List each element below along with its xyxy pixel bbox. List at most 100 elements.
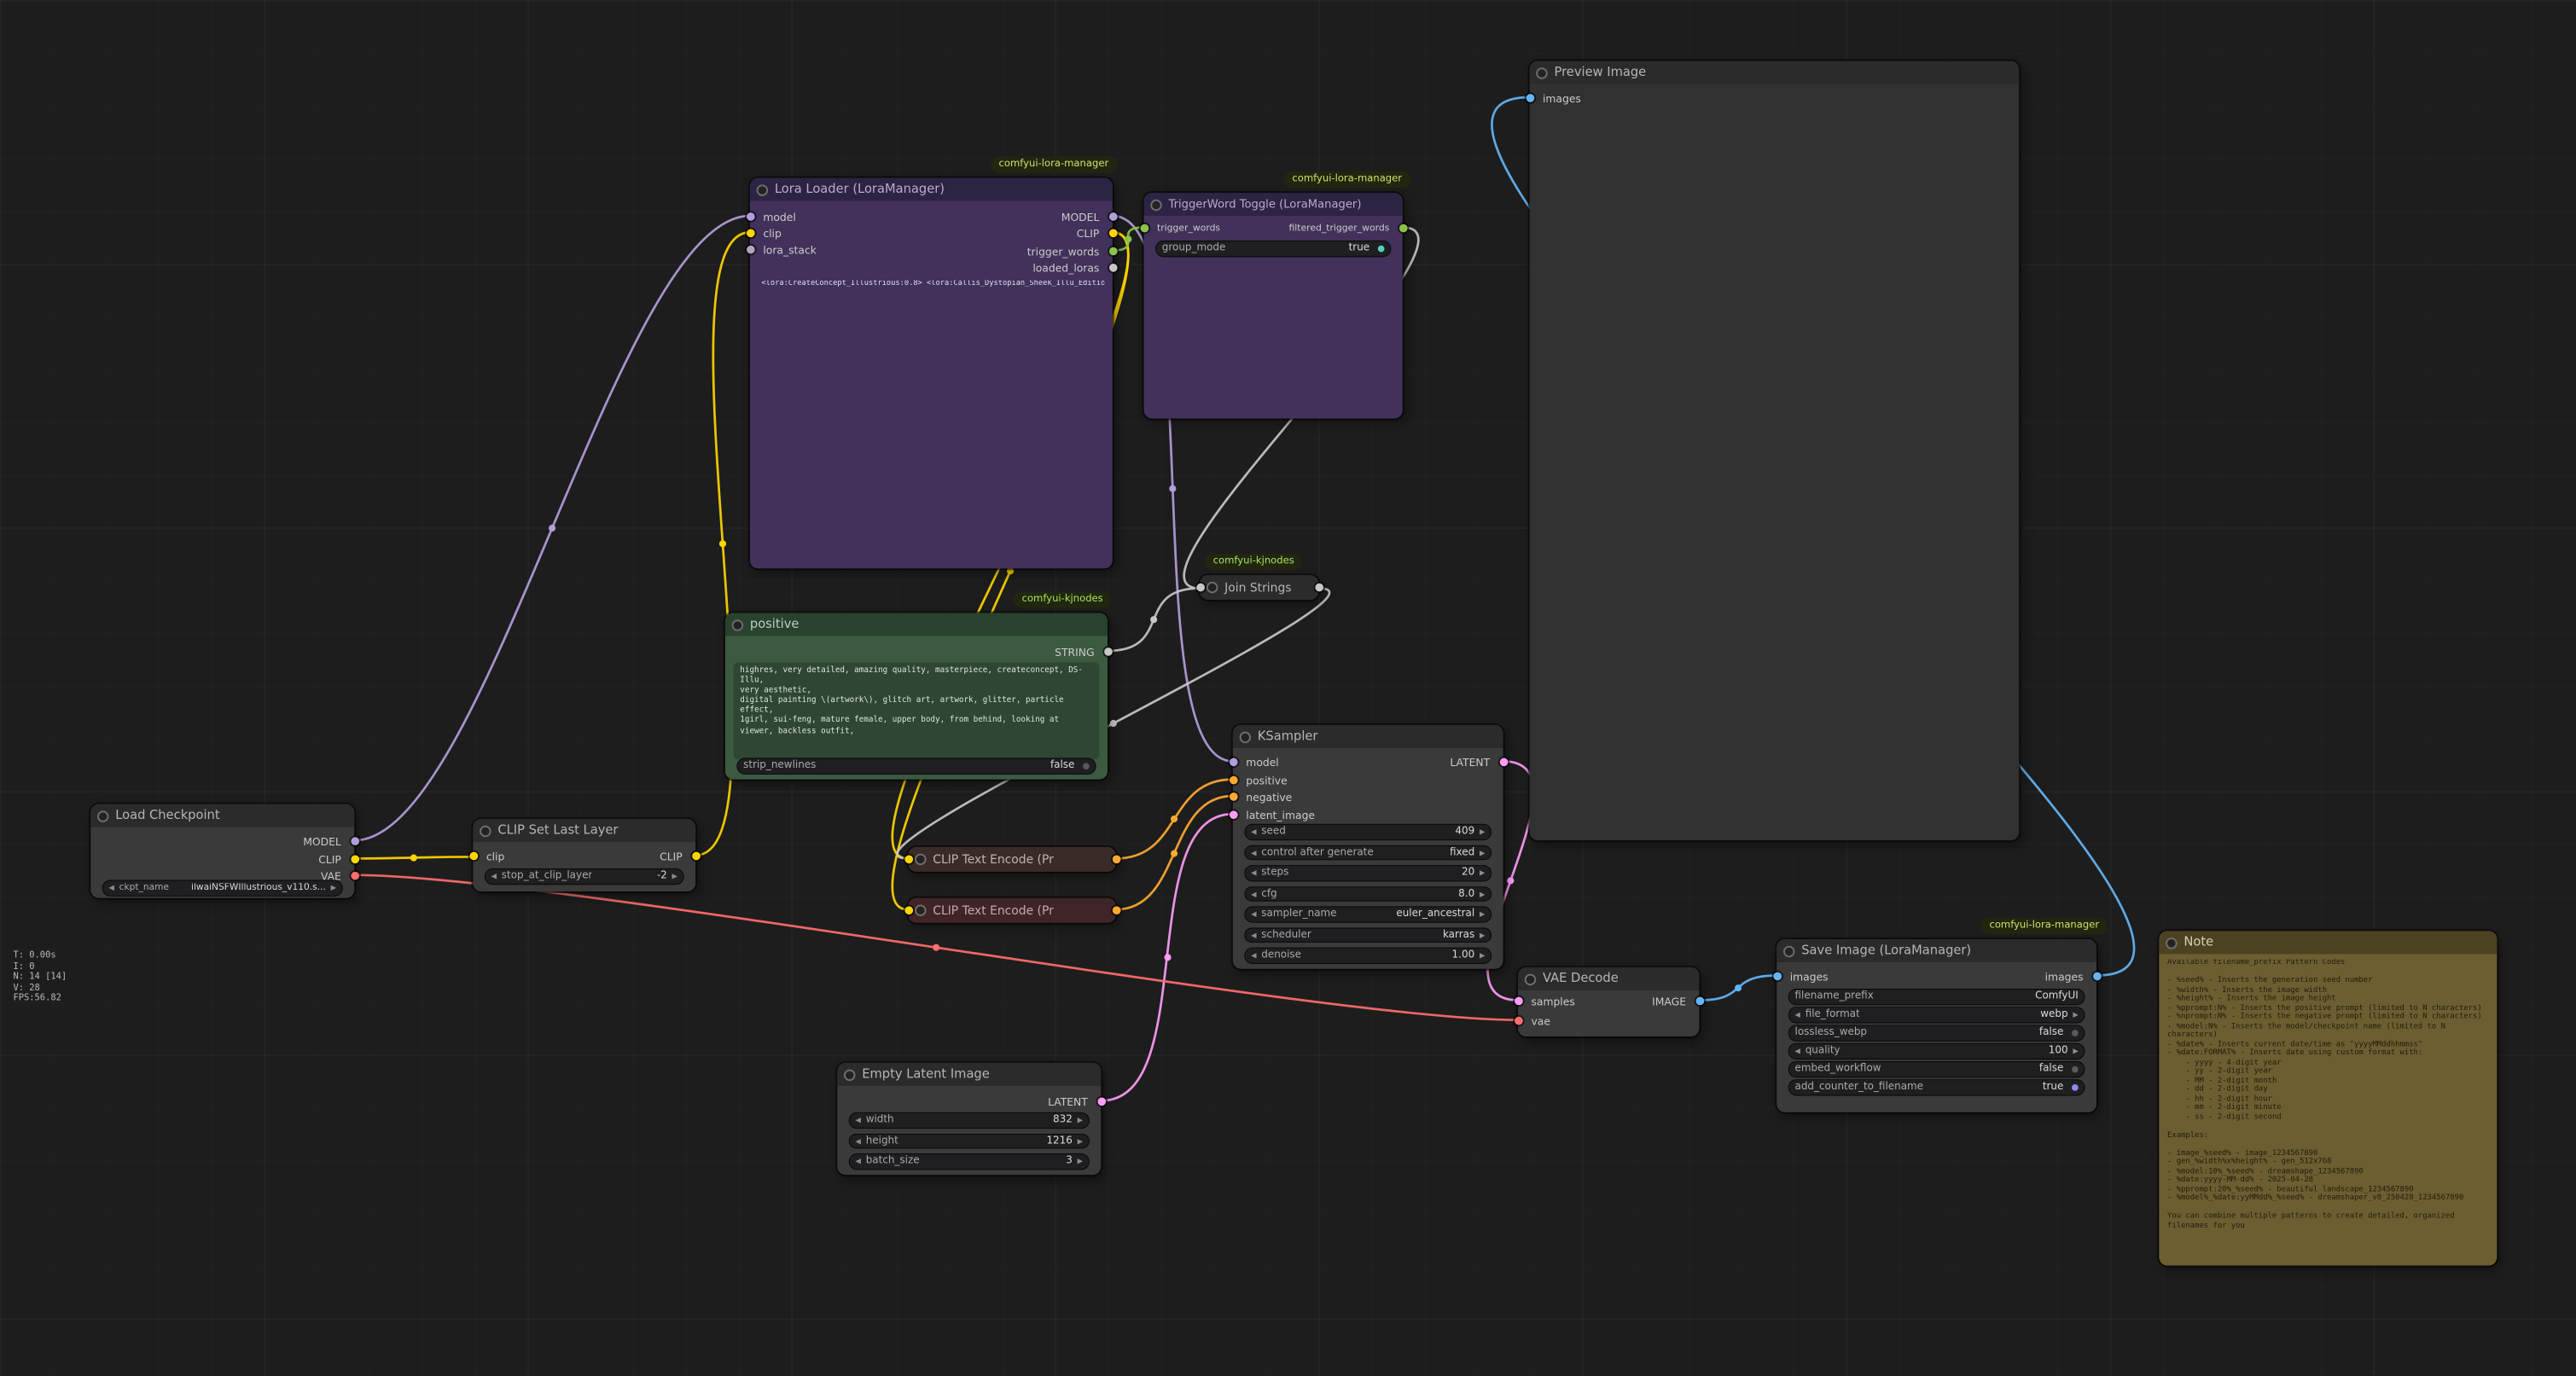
string-output-port-dot[interactable] bbox=[1314, 583, 1323, 592]
output-model[interactable]: MODEL bbox=[750, 209, 1113, 224]
node-clip-text-encode-negative[interactable]: CLIP Text Encode (Pr bbox=[908, 898, 1115, 923]
strip-newlines-widget[interactable]: strip_newlinesfalse bbox=[736, 758, 1096, 774]
clip-input-port-dot[interactable] bbox=[904, 856, 912, 864]
toggle-off-icon[interactable] bbox=[2072, 1065, 2079, 1072]
control-after-generate-widget[interactable]: control after generatefixed bbox=[1244, 845, 1492, 860]
increment-arrow-icon[interactable] bbox=[331, 883, 336, 893]
sampler-name-widget[interactable]: sampler_nameeuler_ancestral bbox=[1244, 906, 1492, 921]
node-titlebar[interactable]: Join Strings bbox=[1200, 575, 1318, 600]
output-clip[interactable]: CLIP bbox=[750, 226, 1113, 241]
clip-port-dot[interactable] bbox=[691, 852, 700, 861]
collapse-icon[interactable] bbox=[1526, 975, 1534, 984]
node-titlebar[interactable]: TriggerWord Toggle (LoraManager) bbox=[1144, 193, 1403, 216]
height-widget[interactable]: height1216 bbox=[849, 1133, 1090, 1148]
toggle-on-icon[interactable] bbox=[2072, 1084, 2079, 1091]
vae-port-dot[interactable] bbox=[350, 872, 358, 880]
toggle-on-icon[interactable] bbox=[1378, 245, 1385, 252]
output-loaded-loras[interactable]: loaded_loras bbox=[750, 260, 1113, 275]
node-join-strings[interactable]: Join Strings bbox=[1200, 575, 1318, 600]
increment-arrow-icon[interactable] bbox=[1078, 1135, 1083, 1147]
node-titlebar[interactable]: Empty Latent Image bbox=[837, 1063, 1101, 1086]
node-load-checkpoint[interactable]: Load Checkpoint MODEL CLIP VAE ckpt_name… bbox=[90, 804, 354, 898]
ckpt-name-widget[interactable]: ckpt_nameilwaiNSFWIllustrious_v110.s... bbox=[102, 880, 343, 895]
decrement-arrow-icon[interactable] bbox=[1251, 949, 1256, 961]
collapse-icon[interactable] bbox=[758, 185, 766, 194]
add-counter-widget[interactable]: add_counter_to_filenametrue bbox=[1788, 1079, 2085, 1094]
node-titlebar[interactable]: VAE Decode bbox=[1518, 967, 1699, 990]
input-images[interactable]: images bbox=[1530, 90, 2020, 105]
filename-prefix-widget[interactable]: filename_prefixComfyUI bbox=[1788, 989, 2085, 1004]
string-input-port-dot[interactable] bbox=[1195, 583, 1204, 592]
lossless-webp-widget[interactable]: lossless_webpfalse bbox=[1788, 1025, 2085, 1040]
scheduler-widget[interactable]: schedulerkarras bbox=[1244, 927, 1492, 943]
node-titlebar[interactable]: CLIP Set Last Layer bbox=[473, 819, 695, 842]
input-latent-image[interactable]: latent_image bbox=[1233, 807, 1503, 822]
node-clip-text-encode-positive[interactable]: CLIP Text Encode (Pr bbox=[908, 847, 1115, 872]
width-widget[interactable]: width832 bbox=[849, 1112, 1090, 1128]
collapse-icon[interactable] bbox=[916, 855, 924, 863]
node-titlebar[interactable]: Preview Image bbox=[1530, 61, 2020, 84]
collapse-icon[interactable] bbox=[1151, 200, 1160, 209]
latent-port-dot[interactable] bbox=[1096, 1097, 1105, 1106]
vae-port-dot[interactable] bbox=[1514, 1017, 1522, 1025]
toggle-off-icon[interactable] bbox=[2072, 1030, 2079, 1036]
increment-arrow-icon[interactable] bbox=[1480, 929, 1485, 941]
decrement-arrow-icon[interactable] bbox=[1251, 929, 1256, 941]
output-clip[interactable]: CLIP bbox=[473, 849, 695, 863]
decrement-arrow-icon[interactable] bbox=[1795, 1009, 1800, 1021]
node-titlebar[interactable]: CLIP Text Encode (Pr bbox=[908, 847, 1115, 872]
note-text[interactable]: Available filename_prefix Pattern Codes … bbox=[2167, 959, 2491, 1260]
latent-port-dot[interactable] bbox=[1499, 758, 1508, 767]
image-port-dot[interactable] bbox=[2092, 972, 2101, 981]
increment-arrow-icon[interactable] bbox=[1078, 1156, 1083, 1168]
decrement-arrow-icon[interactable] bbox=[856, 1135, 861, 1147]
output-clip[interactable]: CLIP bbox=[90, 852, 354, 867]
decrement-arrow-icon[interactable] bbox=[1251, 868, 1256, 880]
trigger-words-port-dot[interactable] bbox=[1108, 247, 1117, 256]
output-filtered-trigger-words[interactable]: filtered_trigger_words bbox=[1144, 221, 1403, 235]
collapse-icon[interactable] bbox=[480, 827, 489, 835]
collapse-icon[interactable] bbox=[1784, 947, 1793, 955]
conditioning-port-dot[interactable] bbox=[1229, 776, 1237, 785]
node-titlebar[interactable]: Load Checkpoint bbox=[90, 804, 354, 827]
image-port-dot[interactable] bbox=[1526, 94, 1534, 102]
node-positive-prompt[interactable]: positive STRING highres, very detailed, … bbox=[725, 613, 1108, 780]
increment-arrow-icon[interactable] bbox=[1480, 888, 1485, 900]
collapse-icon[interactable] bbox=[1537, 68, 1545, 77]
input-positive[interactable]: positive bbox=[1233, 773, 1503, 787]
conditioning-output-port-dot[interactable] bbox=[1112, 906, 1120, 914]
node-lora-loader[interactable]: Lora Loader (LoraManager) model clip lor… bbox=[750, 178, 1113, 569]
clip-port-dot[interactable] bbox=[1108, 229, 1117, 237]
clip-port-dot[interactable] bbox=[350, 856, 358, 864]
node-titlebar[interactable]: Lora Loader (LoraManager) bbox=[750, 178, 1113, 201]
collapse-icon[interactable] bbox=[733, 620, 741, 629]
decrement-arrow-icon[interactable] bbox=[856, 1156, 861, 1168]
node-vae-decode[interactable]: VAE Decode samples IMAGE vae bbox=[1518, 967, 1699, 1036]
node-clip-set-last-layer[interactable]: CLIP Set Last Layer clip CLIP stop_at_cl… bbox=[473, 819, 695, 891]
latent-port-dot[interactable] bbox=[1229, 810, 1237, 819]
graph-canvas[interactable]: Preview Image images comfyui-lora-manage… bbox=[0, 0, 2576, 1376]
model-port-dot[interactable] bbox=[1108, 212, 1117, 221]
output-latent[interactable]: LATENT bbox=[837, 1094, 1101, 1109]
node-preview-image[interactable]: Preview Image images bbox=[1530, 61, 2020, 840]
collapse-icon[interactable] bbox=[845, 1071, 853, 1079]
increment-arrow-icon[interactable] bbox=[1480, 868, 1485, 880]
node-triggerword-toggle[interactable]: TriggerWord Toggle (LoraManager) trigger… bbox=[1144, 193, 1403, 419]
collapse-icon[interactable] bbox=[98, 811, 107, 820]
prompt-textarea[interactable]: highres, very detailed, amazing quality,… bbox=[734, 663, 1100, 760]
decrement-arrow-icon[interactable] bbox=[1795, 1045, 1800, 1057]
cfg-widget[interactable]: cfg8.0 bbox=[1244, 885, 1492, 901]
decrement-arrow-icon[interactable] bbox=[491, 870, 497, 882]
node-note[interactable]: Note Available filename_prefix Pattern C… bbox=[2159, 931, 2497, 1265]
file-format-widget[interactable]: file_formatwebp bbox=[1788, 1007, 2085, 1022]
increment-arrow-icon[interactable] bbox=[1480, 846, 1485, 858]
decrement-arrow-icon[interactable] bbox=[1251, 846, 1256, 858]
model-port-dot[interactable] bbox=[350, 837, 358, 845]
node-titlebar[interactable]: Save Image (LoraManager) bbox=[1776, 939, 2096, 962]
input-negative[interactable]: negative bbox=[1233, 789, 1503, 804]
output-latent[interactable]: LATENT bbox=[1233, 755, 1503, 769]
conditioning-output-port-dot[interactable] bbox=[1112, 856, 1120, 864]
collapse-icon[interactable] bbox=[2166, 938, 2175, 947]
group-mode-widget[interactable]: group_modetrue bbox=[1155, 241, 1391, 256]
lora-list-widget[interactable]: <lora:CreateConcept_Illustrious:0.8> <lo… bbox=[761, 280, 1104, 288]
